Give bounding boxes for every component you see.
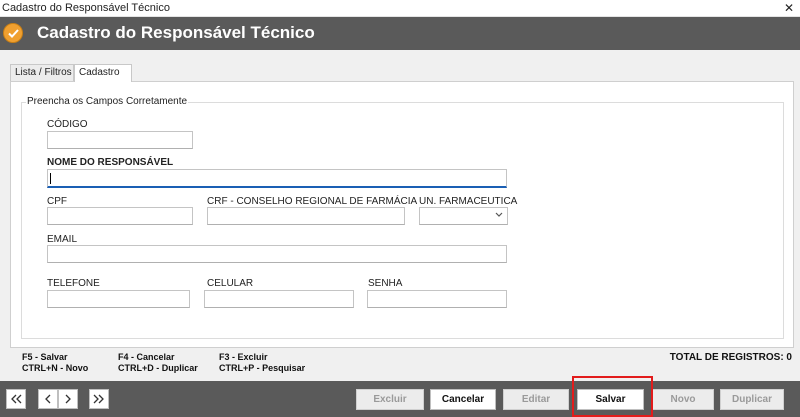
shortcuts-col-2: F4 - Cancelar CTRL+D - Duplicar (118, 352, 198, 374)
double-chevron-right-icon (93, 394, 104, 404)
next-record-button[interactable] (58, 389, 78, 409)
group-legend: Preencha os Campos Corretamente (26, 96, 189, 107)
senha-input[interactable] (367, 290, 507, 308)
form-panel: Preencha os Campos Corretamente CÓDIGO N… (10, 81, 794, 348)
last-record-button[interactable] (89, 389, 109, 409)
chevron-right-icon (65, 394, 71, 404)
salvar-button[interactable]: Salvar (577, 389, 644, 410)
check-circle-icon (3, 23, 23, 43)
double-chevron-left-icon (11, 394, 22, 404)
excluir-button[interactable]: Excluir (356, 389, 424, 410)
codigo-label: CÓDIGO (47, 119, 88, 130)
page-header: Cadastro do Responsável Técnico (0, 17, 800, 50)
email-input[interactable] (47, 245, 507, 263)
prev-record-button[interactable] (38, 389, 58, 409)
page-title: Cadastro do Responsável Técnico (37, 23, 315, 42)
duplicar-button[interactable]: Duplicar (720, 389, 784, 410)
shortcut-pesquisar: CTRL+P - Pesquisar (219, 363, 306, 373)
total-registros: TOTAL DE REGISTROS: 0 (669, 352, 792, 363)
telefone-label: TELEFONE (47, 278, 100, 289)
shortcut-excluir: F3 - Excluir (219, 352, 268, 362)
close-icon[interactable]: ✕ (778, 0, 800, 17)
editar-button[interactable]: Editar (503, 389, 569, 410)
celular-input[interactable] (204, 290, 354, 308)
novo-button[interactable]: Novo (652, 389, 714, 410)
tab-lista-filtros[interactable]: Lista / Filtros (10, 64, 74, 81)
un-farmaceutica-select[interactable] (419, 207, 508, 225)
chevron-down-icon (495, 212, 503, 217)
codigo-input[interactable] (47, 131, 193, 149)
un-farmaceutica-label: UN. FARMACEUTICA (419, 196, 518, 207)
telefone-input[interactable] (47, 290, 190, 308)
window-titlebar: Cadastro do Responsável Técnico ✕ (0, 0, 800, 17)
celular-label: CELULAR (207, 278, 254, 289)
text-caret (50, 173, 51, 184)
window-title: Cadastro do Responsável Técnico (2, 2, 170, 14)
cpf-input[interactable] (47, 207, 193, 225)
shortcut-duplicar: CTRL+D - Duplicar (118, 363, 198, 373)
shortcut-cancelar: F4 - Cancelar (118, 352, 175, 362)
cancelar-button[interactable]: Cancelar (430, 389, 496, 410)
form-group: Preencha os Campos Corretamente CÓDIGO N… (21, 96, 784, 339)
shortcut-salvar: F5 - Salvar (22, 352, 68, 362)
nome-label: NOME DO RESPONSÁVEL (47, 157, 174, 168)
shortcut-novo: CTRL+N - Novo (22, 363, 89, 373)
crf-label: CRF - CONSELHO REGIONAL DE FARMÁCIA (207, 196, 418, 207)
email-label: EMAIL (47, 234, 78, 245)
shortcuts-col-1: F5 - Salvar CTRL+N - Novo (22, 352, 88, 374)
footer-toolbar: Excluir Cancelar Editar Salvar Novo Dupl… (0, 381, 800, 417)
nome-input[interactable] (47, 169, 507, 188)
first-record-button[interactable] (6, 389, 26, 409)
shortcuts-col-3: F3 - Excluir CTRL+P - Pesquisar (219, 352, 305, 374)
tab-cadastro[interactable]: Cadastro (74, 64, 132, 82)
crf-input[interactable] (207, 207, 405, 225)
senha-label: SENHA (368, 278, 403, 289)
chevron-left-icon (45, 394, 51, 404)
cpf-label: CPF (47, 196, 67, 207)
